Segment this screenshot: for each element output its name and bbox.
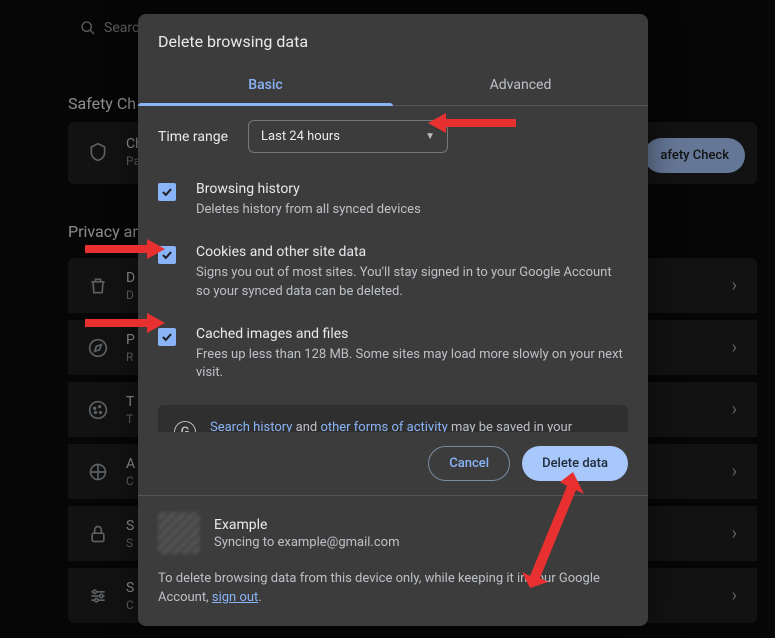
dialog-tabs: Basic Advanced [138,65,648,106]
dialog-actions: Cancel Delete data [138,432,648,495]
option-title: Browsing history [196,181,628,197]
option-desc: Deletes history from all synced devices [196,201,628,220]
signout-info: To delete browsing data from this device… [158,570,628,608]
tab-advanced[interactable]: Advanced [393,65,648,105]
check-icon [160,185,174,199]
option-desc: Frees up less than 128 MB. Some sites ma… [196,346,628,384]
account-section: Example Syncing to example@gmail.com To … [138,495,648,626]
check-icon [160,248,174,262]
cancel-button[interactable]: Cancel [428,446,510,481]
avatar [158,512,200,554]
google-account-info: G Search history and other forms of acti… [158,405,628,432]
info-text: Search history and other forms of activi… [210,419,612,432]
account-name: Example [214,517,399,533]
cookies-option: Cookies and other site data Signs you ou… [158,234,628,316]
sign-out-link[interactable]: sign out [212,590,258,605]
search-history-link[interactable]: Search history [210,420,292,432]
option-title: Cached images and files [196,326,628,342]
cached-images-option: Cached images and files Frees up less th… [158,316,628,398]
browsing-history-checkbox[interactable] [158,183,176,201]
option-title: Cookies and other site data [196,244,628,260]
time-range-label: Time range [158,129,228,145]
google-g-icon: G [174,421,196,432]
dialog-title: Delete browsing data [138,14,648,65]
cookies-checkbox[interactable] [158,246,176,264]
dialog-scroll-area[interactable]: Time range Last 24 hours ▼ Browsing hist… [138,106,648,432]
option-desc: Signs you out of most sites. You'll stay… [196,264,628,302]
account-sync-status: Syncing to example@gmail.com [214,535,399,550]
check-icon [160,330,174,344]
dropdown-caret-icon: ▼ [425,131,435,142]
delete-browsing-data-dialog: Delete browsing data Basic Advanced Time… [138,14,648,626]
time-range-dropdown[interactable]: Last 24 hours ▼ [248,120,448,153]
delete-data-button[interactable]: Delete data [522,446,628,481]
tab-basic[interactable]: Basic [138,65,393,105]
time-range-value: Last 24 hours [261,129,340,144]
cached-images-checkbox[interactable] [158,328,176,346]
other-activity-link[interactable]: other forms of activity [320,420,447,432]
browsing-history-option: Browsing history Deletes history from al… [158,171,628,234]
